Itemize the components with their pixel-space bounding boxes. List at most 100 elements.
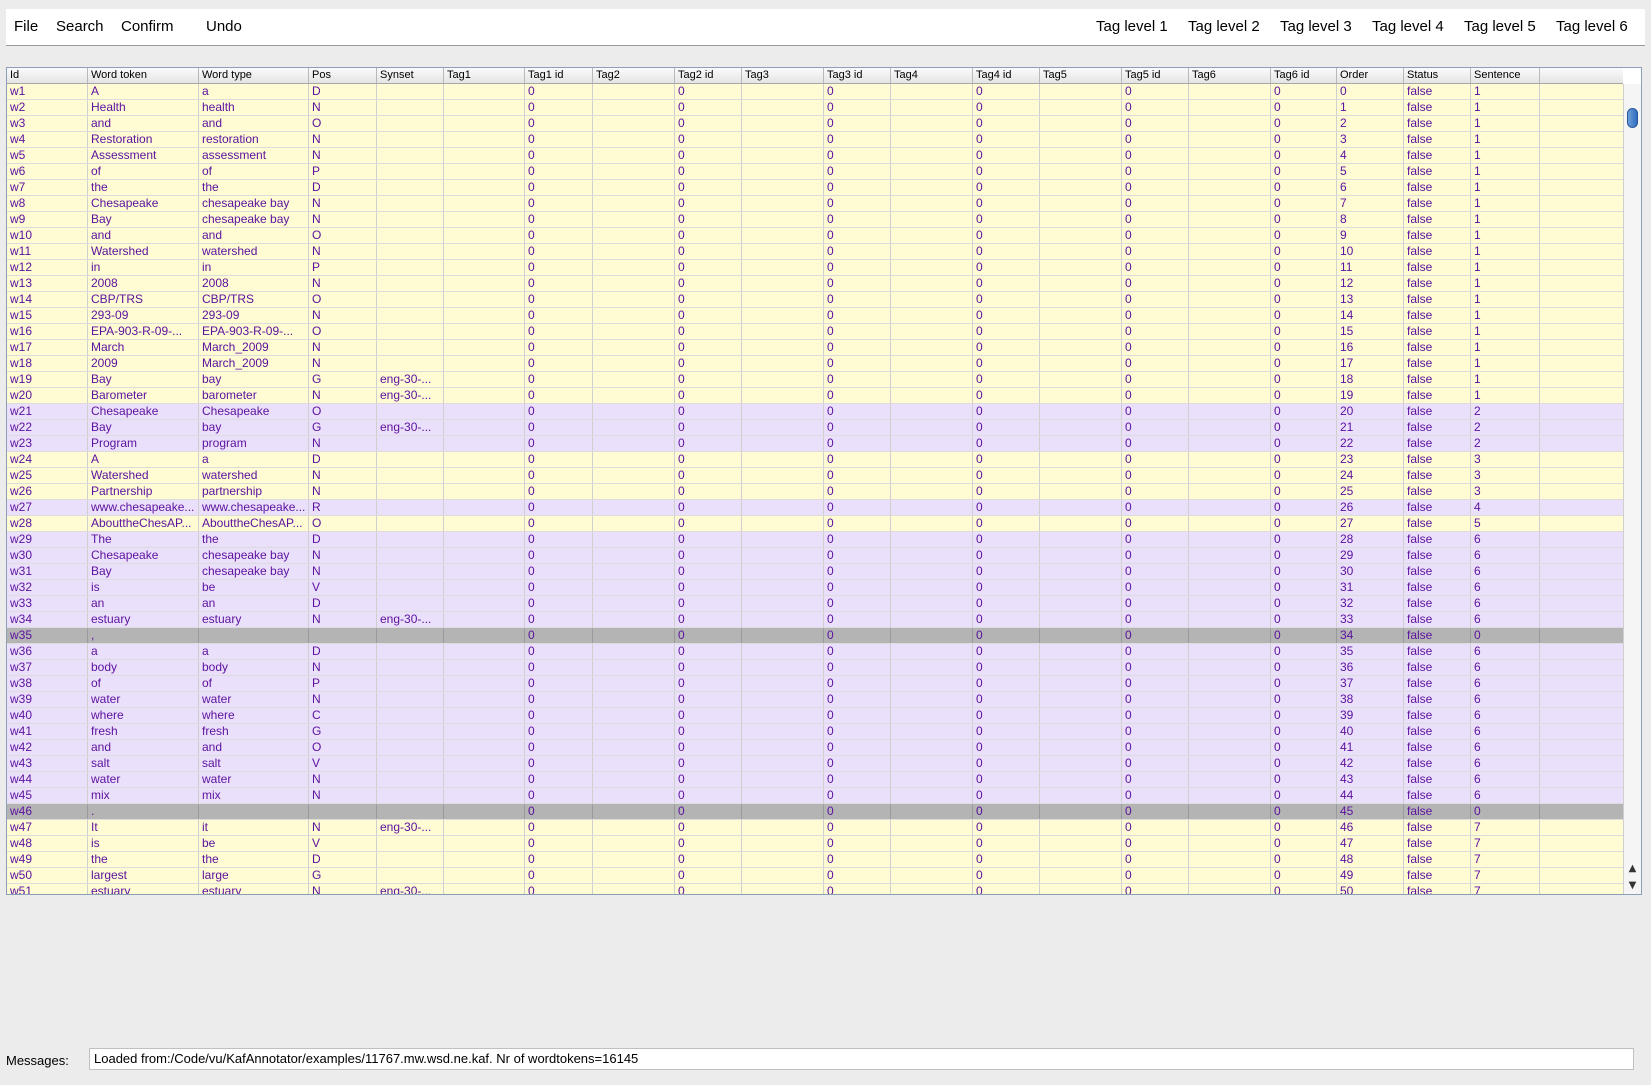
cell-pos[interactable]: C bbox=[309, 708, 377, 723]
cell-tag4-id[interactable]: 0 bbox=[973, 788, 1040, 803]
cell-order[interactable]: 47 bbox=[1337, 836, 1404, 851]
cell-tag2-id[interactable]: 0 bbox=[675, 804, 742, 819]
cell-tag3-id[interactable]: 0 bbox=[824, 404, 891, 419]
cell-synset[interactable] bbox=[377, 580, 444, 595]
cell-tag2-id[interactable]: 0 bbox=[675, 356, 742, 371]
cell-pos[interactable]: G bbox=[309, 868, 377, 883]
cell-tag1-id[interactable]: 0 bbox=[525, 244, 593, 259]
table-row[interactable]: w2 Health health N 0 0 0 0 0 0 1 false 1 bbox=[7, 100, 1623, 116]
table-row[interactable]: w3 and and O 0 0 0 0 0 0 2 false 1 bbox=[7, 116, 1623, 132]
cell-tag1[interactable] bbox=[444, 452, 525, 467]
cell-tag4[interactable] bbox=[891, 884, 973, 894]
cell-synset[interactable] bbox=[377, 516, 444, 531]
cell-tag1-id[interactable]: 0 bbox=[525, 228, 593, 243]
cell-tag2-id[interactable]: 0 bbox=[675, 724, 742, 739]
cell-tag6[interactable] bbox=[1189, 196, 1271, 211]
menu-confirm[interactable]: Confirm bbox=[121, 18, 174, 36]
cell-tag1[interactable] bbox=[444, 180, 525, 195]
cell-tag3[interactable] bbox=[742, 324, 824, 339]
cell-tag4[interactable] bbox=[891, 228, 973, 243]
cell-tag4[interactable] bbox=[891, 420, 973, 435]
cell-tag4[interactable] bbox=[891, 692, 973, 707]
cell-word-type[interactable]: EPA-903-R-09-... bbox=[199, 324, 309, 339]
cell-id[interactable]: w24 bbox=[7, 452, 88, 467]
cell-tag6[interactable] bbox=[1189, 292, 1271, 307]
cell-id[interactable]: w32 bbox=[7, 580, 88, 595]
cell-pos[interactable]: N bbox=[309, 548, 377, 563]
table-row[interactable]: w1 Aa D 0 0 0 0 0 0 0 false 1 bbox=[7, 84, 1623, 100]
table-row[interactable]: w43 salt salt V 0 0 0 0 0 0 42 false 6 bbox=[7, 756, 1623, 772]
column-header-tag3-id[interactable]: Tag3 id bbox=[824, 68, 891, 83]
cell-word-type[interactable]: assessment bbox=[199, 148, 309, 163]
cell-tag2[interactable] bbox=[593, 452, 675, 467]
cell-tag6-id[interactable]: 0 bbox=[1271, 436, 1337, 451]
cell-tag1-id[interactable]: 0 bbox=[525, 852, 593, 867]
cell-tag4-id[interactable]: 0 bbox=[973, 660, 1040, 675]
cell-tag6[interactable] bbox=[1189, 612, 1271, 627]
cell-tag3[interactable] bbox=[742, 612, 824, 627]
cell-sentence[interactable]: 6 bbox=[1471, 756, 1540, 771]
cell-tag5-id[interactable]: 0 bbox=[1122, 692, 1189, 707]
cell-tag5-id[interactable]: 0 bbox=[1122, 580, 1189, 595]
cell-word-token[interactable]: Chesapeake bbox=[88, 404, 199, 419]
cell-tag2[interactable] bbox=[593, 644, 675, 659]
cell-tag3[interactable] bbox=[742, 868, 824, 883]
cell-pos[interactable]: N bbox=[309, 612, 377, 627]
cell-tag3[interactable] bbox=[742, 820, 824, 835]
table-row[interactable]: w32 is be V 0 0 0 0 0 0 31 false 6 bbox=[7, 580, 1623, 596]
cell-order[interactable]: 48 bbox=[1337, 852, 1404, 867]
cell-tag4-id[interactable]: 0 bbox=[973, 356, 1040, 371]
cell-word-token[interactable]: CBP/TRS bbox=[88, 292, 199, 307]
cell-synset[interactable] bbox=[377, 772, 444, 787]
cell-tag1-id[interactable]: 0 bbox=[525, 468, 593, 483]
cell-tag2[interactable] bbox=[593, 132, 675, 147]
cell-tag4-id[interactable]: 0 bbox=[973, 772, 1040, 787]
cell-status[interactable]: false bbox=[1404, 516, 1471, 531]
cell-tag4[interactable] bbox=[891, 180, 973, 195]
cell-synset[interactable]: eng-30-... bbox=[377, 820, 444, 835]
cell-tag6[interactable] bbox=[1189, 276, 1271, 291]
cell-id[interactable]: w33 bbox=[7, 596, 88, 611]
cell-tag2[interactable] bbox=[593, 724, 675, 739]
cell-tag6-id[interactable]: 0 bbox=[1271, 148, 1337, 163]
cell-tag1-id[interactable]: 0 bbox=[525, 788, 593, 803]
table-row[interactable]: w28 AbouttheChesAP... AbouttheChesAP... O 0 0… bbox=[7, 516, 1623, 532]
cell-tag5-id[interactable]: 0 bbox=[1122, 836, 1189, 851]
cell-sentence[interactable]: 1 bbox=[1471, 324, 1540, 339]
table-row[interactable]: w42 and and O 0 0 0 0 0 0 41 false 6 bbox=[7, 740, 1623, 756]
cell-tag5-id[interactable]: 0 bbox=[1122, 292, 1189, 307]
cell-tag2-id[interactable]: 0 bbox=[675, 212, 742, 227]
cell-tag4[interactable] bbox=[891, 516, 973, 531]
cell-tag1[interactable] bbox=[444, 804, 525, 819]
cell-pos[interactable]: N bbox=[309, 436, 377, 451]
cell-tag1-id[interactable]: 0 bbox=[525, 628, 593, 643]
cell-id[interactable]: w1 bbox=[7, 84, 88, 99]
cell-tag2[interactable] bbox=[593, 356, 675, 371]
table-row[interactable]: w14 CBP/TRS CBP/TRS O 0 0 0 0 0 0 13 false 1 bbox=[7, 292, 1623, 308]
cell-tag2[interactable] bbox=[593, 516, 675, 531]
cell-tag3-id[interactable]: 0 bbox=[824, 276, 891, 291]
column-header-word-token[interactable]: Word token bbox=[88, 68, 199, 83]
cell-tag2[interactable] bbox=[593, 228, 675, 243]
cell-tag6[interactable] bbox=[1189, 756, 1271, 771]
cell-id[interactable]: w20 bbox=[7, 388, 88, 403]
cell-tag6[interactable] bbox=[1189, 804, 1271, 819]
cell-tag1[interactable] bbox=[444, 340, 525, 355]
cell-order[interactable]: 22 bbox=[1337, 436, 1404, 451]
cell-synset[interactable] bbox=[377, 852, 444, 867]
cell-tag3[interactable] bbox=[742, 500, 824, 515]
cell-id[interactable]: w25 bbox=[7, 468, 88, 483]
cell-tag2-id[interactable]: 0 bbox=[675, 852, 742, 867]
table-row[interactable]: w29 The the D 0 0 0 0 0 0 28 false 6 bbox=[7, 532, 1623, 548]
cell-tag4-id[interactable]: 0 bbox=[973, 404, 1040, 419]
cell-pos[interactable]: N bbox=[309, 788, 377, 803]
cell-tag2-id[interactable]: 0 bbox=[675, 244, 742, 259]
cell-synset[interactable] bbox=[377, 596, 444, 611]
cell-tag5[interactable] bbox=[1040, 404, 1122, 419]
cell-tag6-id[interactable]: 0 bbox=[1271, 660, 1337, 675]
cell-status[interactable]: false bbox=[1404, 772, 1471, 787]
cell-tag5[interactable] bbox=[1040, 884, 1122, 894]
cell-sentence[interactable]: 0 bbox=[1471, 804, 1540, 819]
cell-tag4-id[interactable]: 0 bbox=[973, 580, 1040, 595]
cell-tag6-id[interactable]: 0 bbox=[1271, 580, 1337, 595]
